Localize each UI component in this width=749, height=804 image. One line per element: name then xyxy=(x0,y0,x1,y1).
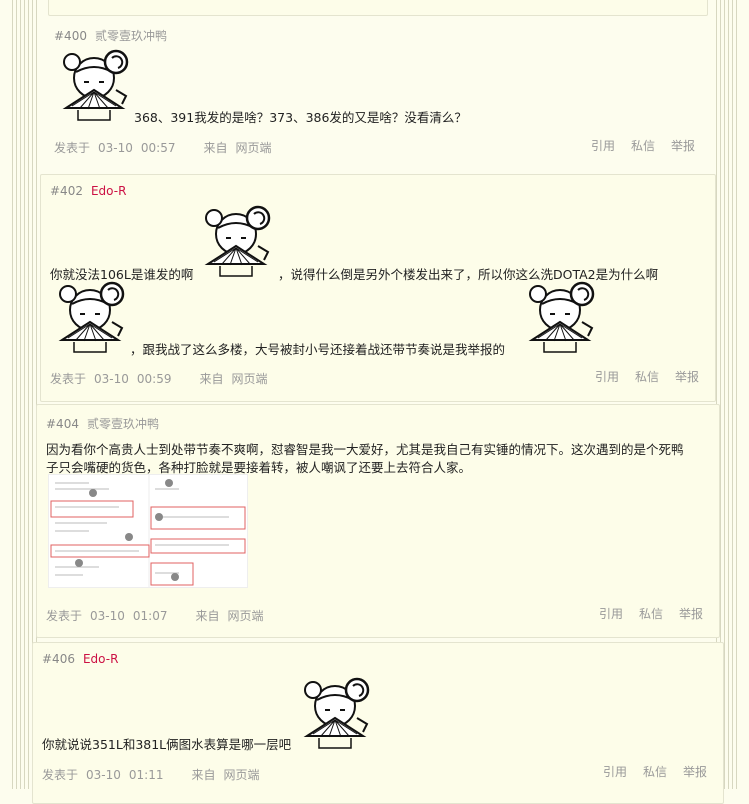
post-time: 00:59 xyxy=(136,372,172,386)
posted-label: 发表于 xyxy=(46,609,83,623)
pm-button[interactable]: 私信 xyxy=(631,139,655,153)
username[interactable]: 贰零壹玖冲鸭 xyxy=(87,417,159,431)
report-button[interactable]: 举报 xyxy=(675,370,699,384)
post-time: 00:57 xyxy=(140,141,176,155)
previous-post-edge xyxy=(48,0,708,16)
post-meta: 发表于 03-10 00:59 来自 网页端 xyxy=(50,370,276,387)
post-meta: 发表于 03-10 00:57 来自 网页端 xyxy=(54,139,280,156)
nest-rail xyxy=(24,0,25,789)
post-date: 03-10 xyxy=(90,609,125,623)
source-label: 来自 xyxy=(203,141,228,155)
report-button[interactable]: 举报 xyxy=(671,139,695,153)
post-text: ，跟我战了这么多楼，大号被封小号还接着战还带节奏说是我举报的 xyxy=(130,342,506,357)
nest-rail xyxy=(728,0,729,789)
post-header: #400 贰零壹玖冲鸭 xyxy=(54,27,167,44)
quote-button[interactable]: 引用 xyxy=(603,765,627,779)
post-time: 01:07 xyxy=(132,609,168,623)
source-link[interactable]: 网页端 xyxy=(232,372,268,386)
post-date: 03-10 xyxy=(94,372,129,386)
post-time: 01:11 xyxy=(128,768,164,782)
posted-label: 发表于 xyxy=(54,141,91,155)
post-meta: 发表于 03-10 01:07 来自 网页端 xyxy=(46,607,272,624)
post-actions: 引用 私信 举报 xyxy=(579,368,699,385)
posted-label: 发表于 xyxy=(42,768,79,782)
post-date: 03-10 xyxy=(86,768,121,782)
floor-number[interactable]: #402 xyxy=(50,184,83,198)
source-label: 来自 xyxy=(199,372,224,386)
nest-rail xyxy=(736,0,737,789)
post-date: 03-10 xyxy=(98,141,133,155)
sticker-image xyxy=(528,281,595,354)
source-label: 来自 xyxy=(195,609,220,623)
source-link[interactable]: 网页端 xyxy=(236,141,272,155)
quote-button[interactable]: 引用 xyxy=(595,370,619,384)
post-text: 368、391我发的是啥？373、386发的又是啥？没看清么？ xyxy=(134,110,467,125)
post-meta: 发表于 03-10 01:11 来自 网页端 xyxy=(42,766,268,783)
pm-button[interactable]: 私信 xyxy=(639,607,663,621)
post-header: #406 Edo-R xyxy=(42,652,118,666)
sticker-image xyxy=(58,281,125,354)
pm-button[interactable]: 私信 xyxy=(643,765,667,779)
nest-rail xyxy=(16,0,17,789)
quote-button[interactable]: 引用 xyxy=(599,607,623,621)
post-header: #402 Edo-R xyxy=(50,184,126,198)
source-label: 来自 xyxy=(191,768,216,782)
post-actions: 引用 私信 举报 xyxy=(583,605,703,622)
pm-button[interactable]: 私信 xyxy=(635,370,659,384)
sticker-image xyxy=(62,49,129,122)
screenshot-image[interactable] xyxy=(48,474,248,588)
floor-number[interactable]: #400 xyxy=(54,29,87,43)
username[interactable]: 贰零壹玖冲鸭 xyxy=(95,29,167,43)
nest-rail xyxy=(724,0,725,789)
post-actions: 引用 私信 举报 xyxy=(575,137,695,154)
report-button[interactable]: 举报 xyxy=(683,765,707,779)
posted-label: 发表于 xyxy=(50,372,87,386)
nest-rail xyxy=(28,0,29,789)
source-link[interactable]: 网页端 xyxy=(224,768,260,782)
floor-number[interactable]: #406 xyxy=(42,652,75,666)
report-button[interactable]: 举报 xyxy=(679,607,703,621)
username[interactable]: Edo-R xyxy=(91,184,126,198)
post-text: 因为看你个高贵人士到处带节奏不爽啊，怼睿智是我一大爱好，尤其是我自己有实锤的情况… xyxy=(46,442,684,457)
username[interactable]: Edo-R xyxy=(83,652,118,666)
nest-rail xyxy=(12,0,13,789)
quote-button[interactable]: 引用 xyxy=(591,139,615,153)
sticker-image xyxy=(303,677,370,750)
post-text: ，说得什么倒是另外个楼发出来了，所以你这么洗DOTA2是为什么啊 xyxy=(278,267,659,282)
nest-rail xyxy=(732,0,733,789)
nest-rail xyxy=(20,0,21,789)
sticker-image xyxy=(204,205,271,278)
post-text: 你就说说351L和381L俩图水表算是哪一层吧 xyxy=(42,737,292,752)
post-header: #404 贰零壹玖冲鸭 xyxy=(46,415,159,432)
post-actions: 引用 私信 举报 xyxy=(587,763,707,780)
floor-number[interactable]: #404 xyxy=(46,417,79,431)
source-link[interactable]: 网页端 xyxy=(228,609,264,623)
